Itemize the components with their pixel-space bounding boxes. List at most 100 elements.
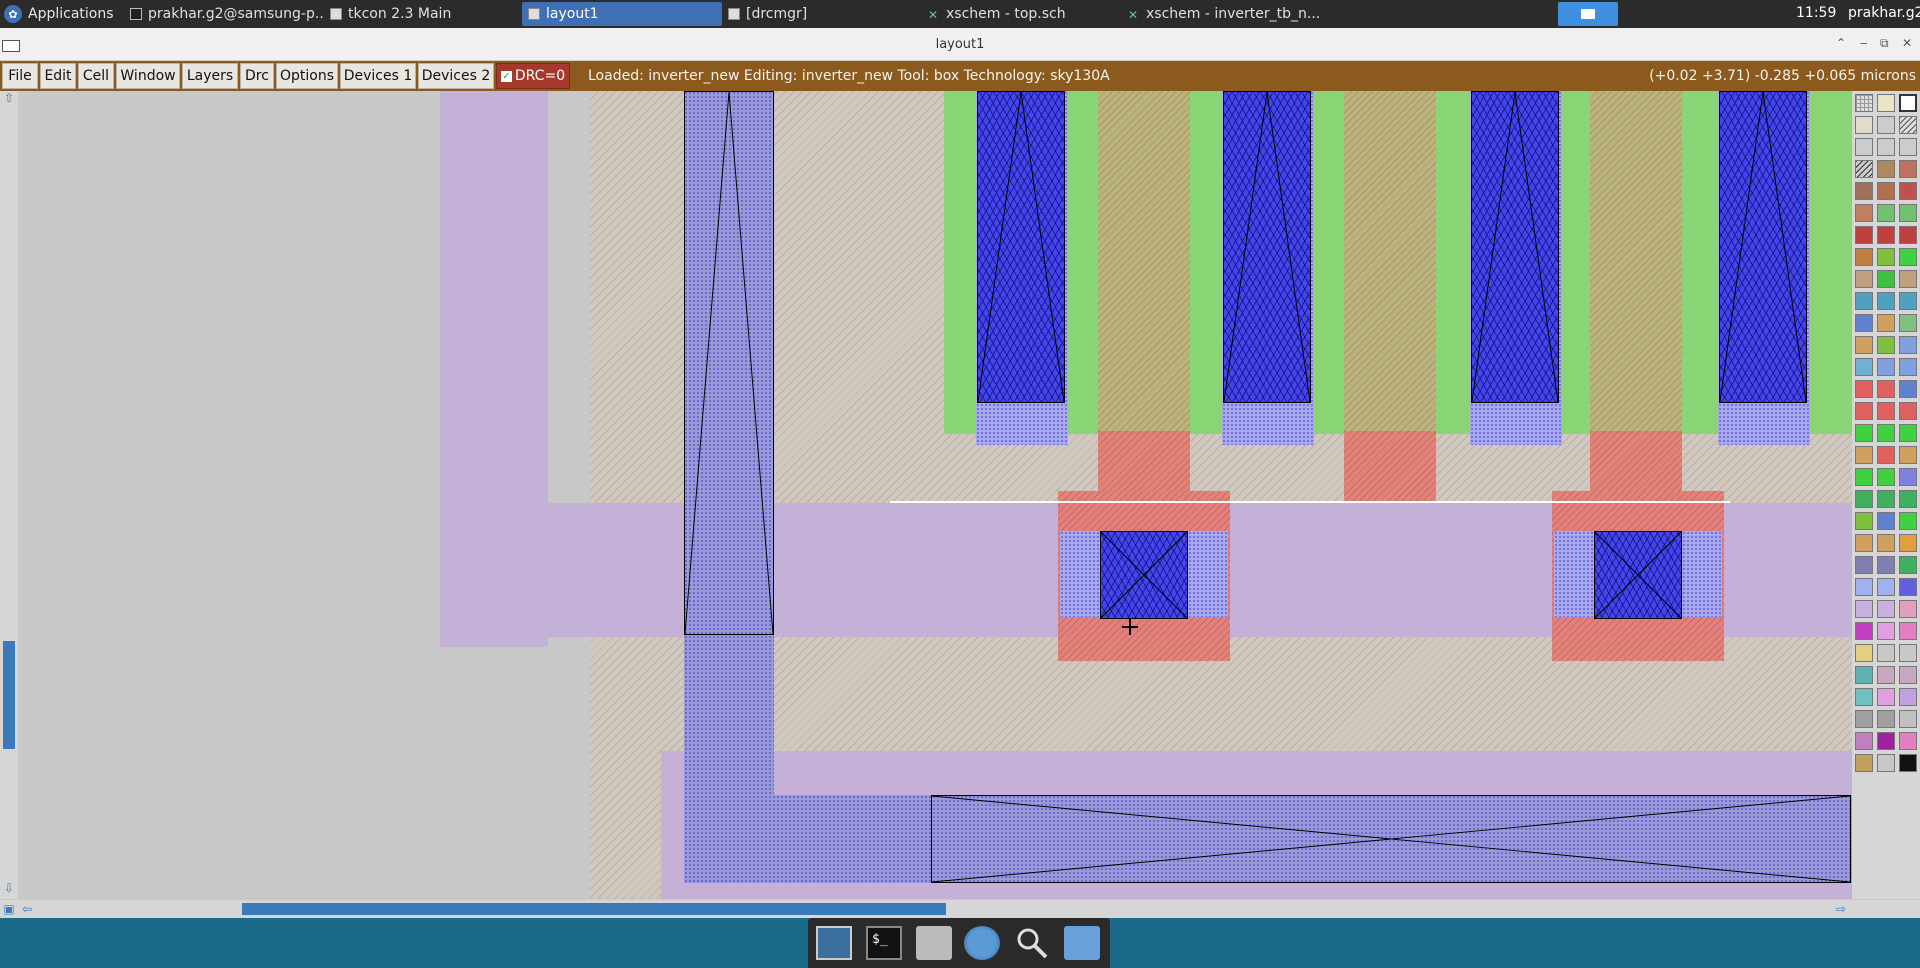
scroll-down-arrow-icon[interactable]: ⇩ [2, 881, 16, 895]
layer-swatch[interactable] [1855, 468, 1873, 486]
scroll-right-arrow-icon[interactable]: ⇨ [1834, 902, 1848, 916]
layer-swatch[interactable] [1877, 644, 1895, 662]
horizontal-scrollbar[interactable]: ▣ ⇦ ⇨ [0, 900, 1920, 918]
layer-swatch[interactable] [1899, 336, 1917, 354]
layer-swatch[interactable] [1877, 336, 1895, 354]
layer-swatch[interactable] [1877, 424, 1895, 442]
terminal-icon[interactable]: $_ [866, 926, 902, 960]
layer-swatch[interactable] [1899, 534, 1917, 552]
layer-swatch[interactable] [1855, 116, 1873, 134]
layer-swatch[interactable] [1855, 336, 1873, 354]
applications-menu[interactable]: ✿ Applications [0, 0, 124, 28]
layer-swatch[interactable] [1899, 710, 1917, 728]
folder-icon[interactable] [1064, 926, 1100, 960]
monitor-icon[interactable] [816, 926, 852, 960]
maximize-icon[interactable]: ⧉ [1880, 36, 1889, 51]
layer-swatch[interactable] [1899, 600, 1917, 618]
layer-swatch[interactable] [1877, 358, 1895, 376]
layer-swatch[interactable] [1877, 292, 1895, 310]
layer-swatch[interactable] [1855, 226, 1873, 244]
menu-devices-2[interactable]: Devices 2 [418, 63, 494, 89]
menu-window[interactable]: Window [116, 63, 180, 89]
task-terminal[interactable]: prakhar.g2@samsung-p... [124, 2, 324, 26]
layout-canvas[interactable] [18, 91, 1852, 899]
layer-swatch[interactable] [1899, 226, 1917, 244]
horizontal-scroll-thumb[interactable] [242, 903, 946, 915]
scroll-up-icon[interactable]: ⌃ [1836, 36, 1846, 50]
layer-swatch[interactable] [1855, 622, 1873, 640]
scroll-left-arrow-icon[interactable]: ⇦ [20, 902, 34, 916]
zoom-box-icon[interactable]: ▣ [2, 902, 16, 916]
search-icon[interactable] [1014, 926, 1050, 960]
task-drcmgr[interactable]: [drcmgr] [722, 2, 922, 26]
layer-swatch[interactable] [1899, 292, 1917, 310]
layer-swatch[interactable] [1877, 248, 1895, 266]
layer-swatch[interactable] [1877, 534, 1895, 552]
task-xschem-inverter[interactable]: ✕ xschem - inverter_tb_n... [1122, 2, 1322, 26]
layer-swatch[interactable] [1877, 116, 1895, 134]
layer-swatch[interactable] [1855, 556, 1873, 574]
menu-drc[interactable]: Drc [240, 63, 274, 89]
web-browser-icon[interactable] [964, 926, 1000, 960]
menu-options[interactable]: Options [276, 63, 338, 89]
layer-swatch[interactable] [1855, 94, 1873, 112]
layer-swatch[interactable] [1899, 622, 1917, 640]
layer-swatch[interactable] [1855, 512, 1873, 530]
layer-swatch[interactable] [1899, 468, 1917, 486]
layer-swatch[interactable] [1877, 600, 1895, 618]
layer-swatch[interactable] [1877, 94, 1895, 112]
layer-swatch[interactable] [1877, 402, 1895, 420]
layer-swatch[interactable] [1877, 270, 1895, 288]
layer-swatch[interactable] [1855, 248, 1873, 266]
layer-swatch[interactable] [1899, 94, 1917, 112]
layer-swatch[interactable] [1877, 666, 1895, 684]
layer-swatch[interactable] [1855, 358, 1873, 376]
layer-swatch[interactable] [1877, 754, 1895, 772]
menu-file[interactable]: File [2, 63, 38, 89]
layer-swatch[interactable] [1855, 160, 1873, 178]
home-folder-icon[interactable] [916, 926, 952, 960]
layer-swatch[interactable] [1899, 248, 1917, 266]
workspace-switcher[interactable] [1558, 2, 1618, 26]
layer-swatch[interactable] [1877, 688, 1895, 706]
layer-swatch[interactable] [1877, 380, 1895, 398]
layer-swatch[interactable] [1899, 424, 1917, 442]
layer-swatch[interactable] [1899, 116, 1917, 134]
layer-swatch[interactable] [1899, 138, 1917, 156]
layer-swatch[interactable] [1877, 732, 1895, 750]
layer-swatch[interactable] [1877, 226, 1895, 244]
layer-swatch[interactable] [1855, 732, 1873, 750]
layer-swatch[interactable] [1855, 666, 1873, 684]
menu-edit[interactable]: Edit [40, 63, 76, 89]
layer-swatch[interactable] [1855, 578, 1873, 596]
layer-swatch[interactable] [1855, 600, 1873, 618]
drc-toggle[interactable]: ✓ DRC=0 [496, 63, 570, 89]
task-layout1[interactable]: layout1 [522, 2, 722, 26]
layer-swatch[interactable] [1899, 666, 1917, 684]
menu-layers[interactable]: Layers [182, 63, 238, 89]
layer-swatch[interactable] [1877, 468, 1895, 486]
layer-swatch[interactable] [1855, 402, 1873, 420]
layer-swatch[interactable] [1855, 380, 1873, 398]
layer-swatch[interactable] [1855, 534, 1873, 552]
task-tkcon[interactable]: tkcon 2.3 Main [324, 2, 520, 26]
layer-swatch[interactable] [1855, 292, 1873, 310]
layer-swatch[interactable] [1855, 270, 1873, 288]
layer-swatch[interactable] [1877, 138, 1895, 156]
layer-swatch[interactable] [1899, 314, 1917, 332]
layer-swatch[interactable] [1899, 380, 1917, 398]
layer-swatch[interactable] [1899, 358, 1917, 376]
layer-swatch[interactable] [1899, 512, 1917, 530]
layer-swatch[interactable] [1855, 688, 1873, 706]
layer-swatch[interactable] [1899, 446, 1917, 464]
layer-swatch[interactable] [1899, 182, 1917, 200]
layer-swatch[interactable] [1899, 644, 1917, 662]
menu-devices-1[interactable]: Devices 1 [340, 63, 416, 89]
layer-swatch[interactable] [1855, 446, 1873, 464]
layer-swatch[interactable] [1855, 204, 1873, 222]
layer-swatch[interactable] [1899, 160, 1917, 178]
layer-swatch[interactable] [1855, 314, 1873, 332]
minimize-icon[interactable]: ‒ [1860, 36, 1868, 50]
layer-swatch[interactable] [1899, 688, 1917, 706]
vertical-scrollbar[interactable]: ⇧ ⇩ [0, 91, 18, 899]
